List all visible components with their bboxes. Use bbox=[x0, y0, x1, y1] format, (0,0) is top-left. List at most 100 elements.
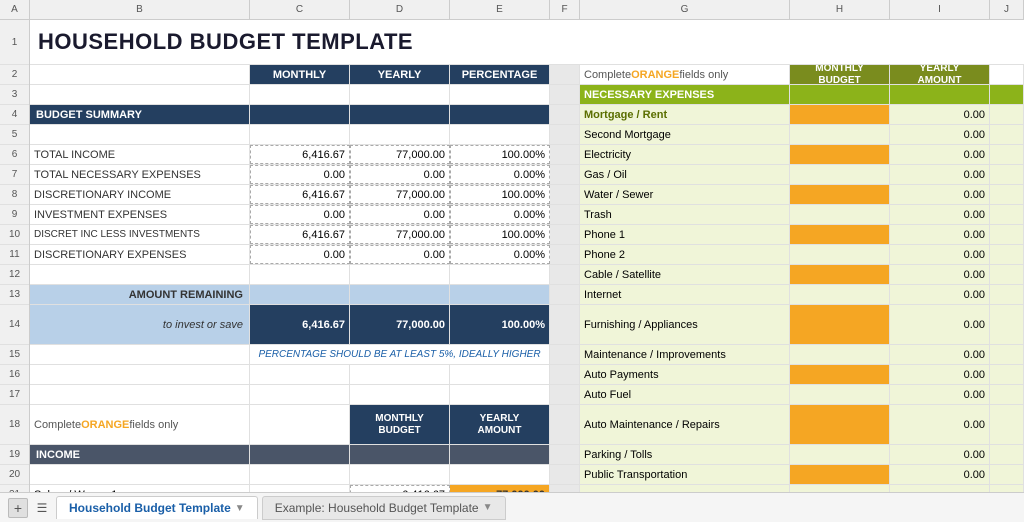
amount-remaining-yearly: 77,000.00 bbox=[350, 305, 450, 344]
phone2-input[interactable] bbox=[790, 245, 890, 264]
divider-f18 bbox=[550, 405, 580, 444]
nec-j8 bbox=[990, 185, 1024, 204]
nec-j18 bbox=[990, 405, 1024, 444]
monthly-budget-header: MONTHLYBUDGET bbox=[790, 65, 890, 84]
divider-f6 bbox=[550, 145, 580, 164]
row-num-1: 1 bbox=[0, 20, 29, 65]
inc-d19 bbox=[350, 445, 450, 464]
empty-c16 bbox=[250, 365, 350, 384]
cable-yearly: 0.00 bbox=[890, 265, 990, 284]
water-sewer-input[interactable] bbox=[790, 185, 890, 204]
disc-less-yearly: 77,000.00 bbox=[350, 225, 450, 244]
amount-remaining-label2: to invest or save bbox=[30, 305, 250, 344]
row-num-8: 8 bbox=[0, 185, 29, 205]
electricity-input[interactable] bbox=[790, 145, 890, 164]
phone1-label: Phone 1 bbox=[580, 225, 790, 244]
spreadsheet-container: A B C D E F G H I J 1 2 3 4 5 6 7 8 9 10… bbox=[0, 0, 1024, 522]
auto-pay-input[interactable] bbox=[790, 365, 890, 384]
tab-household-budget[interactable]: Household Budget Template ▼ bbox=[56, 496, 258, 519]
trash-label: Trash bbox=[580, 205, 790, 224]
nec-g21 bbox=[580, 485, 790, 492]
row-num-21: 21 bbox=[0, 485, 29, 492]
auto-maint-input[interactable] bbox=[790, 405, 890, 444]
disc-exp-label: DISCRETIONARY EXPENSES bbox=[30, 245, 250, 264]
row-num-4: 4 bbox=[0, 105, 29, 125]
empty-b3 bbox=[30, 85, 250, 104]
disc-income-pct: 100.00% bbox=[450, 185, 550, 204]
row-7: TOTAL NECESSARY EXPENSES 0.00 0.00 0.00%… bbox=[30, 165, 1024, 185]
inv-exp-label: INVESTMENT EXPENSES bbox=[30, 205, 250, 224]
amount-remaining-label1: AMOUNT REMAINING bbox=[30, 285, 250, 304]
row-5: Second Mortgage 0.00 bbox=[30, 125, 1024, 145]
total-nec-pct: 0.00% bbox=[450, 165, 550, 184]
trash-yearly: 0.00 bbox=[890, 205, 990, 224]
second-mortgage-yearly: 0.00 bbox=[890, 125, 990, 144]
nec-j13 bbox=[990, 285, 1024, 304]
divider-f8 bbox=[550, 185, 580, 204]
nec-j20 bbox=[990, 465, 1024, 484]
maintenance-input[interactable] bbox=[790, 345, 890, 364]
bottom-tabs: + ☰ Household Budget Template ▼ Example:… bbox=[0, 492, 1024, 522]
total-nec-monthly: 0.00 bbox=[250, 165, 350, 184]
empty-d3 bbox=[350, 85, 450, 104]
nec-j19 bbox=[990, 445, 1024, 464]
trash-input[interactable] bbox=[790, 205, 890, 224]
cable-input[interactable] bbox=[790, 265, 890, 284]
ar-d13 bbox=[350, 285, 450, 304]
main-area: 1 2 3 4 5 6 7 8 9 10 11 12 13 14 15 16 1… bbox=[0, 20, 1024, 492]
tab-inactive-arrow: ▼ bbox=[483, 502, 493, 513]
auto-fuel-input[interactable] bbox=[790, 385, 890, 404]
empty-c20 bbox=[250, 465, 350, 484]
nec-i3 bbox=[890, 85, 990, 104]
empty-e20 bbox=[450, 465, 550, 484]
row-20: Public Transportation 0.00 bbox=[30, 465, 1024, 485]
empty-c12 bbox=[250, 265, 350, 284]
disc-less-monthly: 6,416.67 bbox=[250, 225, 350, 244]
row-num-10: 10 bbox=[0, 225, 29, 245]
sheet-menu-button[interactable]: ☰ bbox=[32, 498, 52, 518]
gas-oil-input[interactable] bbox=[790, 165, 890, 184]
add-sheet-button[interactable]: + bbox=[8, 498, 28, 518]
income-monthly-budget-header: MONTHLYBUDGET bbox=[350, 405, 450, 444]
gas-oil-yearly: 0.00 bbox=[890, 165, 990, 184]
empty-e3 bbox=[450, 85, 550, 104]
pub-trans-yearly: 0.00 bbox=[890, 465, 990, 484]
divider-f11 bbox=[550, 245, 580, 264]
row-15: PERCENTAGE SHOULD BE AT LEAST 5%, IDEALL… bbox=[30, 345, 1024, 365]
parking-input[interactable] bbox=[790, 445, 890, 464]
col-header-f: F bbox=[550, 0, 580, 19]
empty-b5 bbox=[30, 125, 250, 144]
row-num-14: 14 bbox=[0, 305, 29, 345]
row-num-15: 15 bbox=[0, 345, 29, 365]
yearly-amount-header: YEARLYAMOUNT bbox=[890, 65, 990, 84]
auto-pay-label: Auto Payments bbox=[580, 365, 790, 384]
second-mortgage-input[interactable] bbox=[790, 125, 890, 144]
phone1-input[interactable] bbox=[790, 225, 890, 244]
amount-remaining-monthly: 6,416.67 bbox=[250, 305, 350, 344]
pub-trans-input[interactable] bbox=[790, 465, 890, 484]
salary1-yearly[interactable]: 77,000.00 bbox=[450, 485, 550, 492]
row-17: Auto Fuel 0.00 bbox=[30, 385, 1024, 405]
divider-f13 bbox=[550, 285, 580, 304]
nec-j12 bbox=[990, 265, 1024, 284]
disc-less-pct: 100.00% bbox=[450, 225, 550, 244]
col-header-g: G bbox=[580, 0, 790, 19]
col-header-b: B bbox=[30, 0, 250, 19]
row-18: Complete ORANGE fields only MONTHLYBUDGE… bbox=[30, 405, 1024, 445]
mortgage-input[interactable] bbox=[790, 105, 890, 124]
internet-label: Internet bbox=[580, 285, 790, 304]
total-nec-yearly: 0.00 bbox=[350, 165, 450, 184]
furnishing-input[interactable] bbox=[790, 305, 890, 344]
tab-example[interactable]: Example: Household Budget Template ▼ bbox=[262, 496, 506, 520]
auto-maint-yearly: 0.00 bbox=[890, 405, 990, 444]
empty-e17 bbox=[450, 385, 550, 404]
internet-input[interactable] bbox=[790, 285, 890, 304]
divider-f5 bbox=[550, 125, 580, 144]
row-9: INVESTMENT EXPENSES 0.00 0.00 0.00% Tras… bbox=[30, 205, 1024, 225]
auto-fuel-yearly: 0.00 bbox=[890, 385, 990, 404]
salary1-c bbox=[250, 485, 350, 492]
furnishing-yearly: 0.00 bbox=[890, 305, 990, 344]
empty-c17 bbox=[250, 385, 350, 404]
row-num-9: 9 bbox=[0, 205, 29, 225]
row-num-19: 19 bbox=[0, 445, 29, 465]
